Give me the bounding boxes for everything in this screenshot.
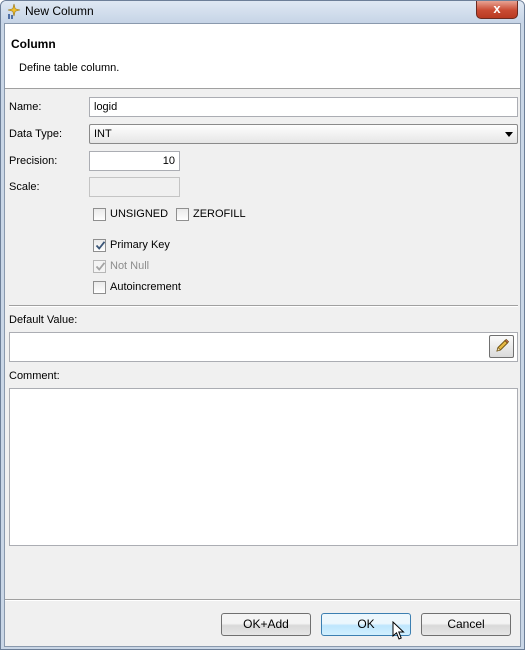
unsigned-label: UNSIGNED [110, 208, 169, 220]
edit-default-value-button[interactable] [489, 335, 514, 358]
cancel-button[interactable]: Cancel [421, 613, 511, 636]
unsigned-checkbox[interactable]: UNSIGNED [93, 207, 183, 223]
mouse-pointer-icon [392, 621, 405, 640]
default-value-label: Default Value: [9, 314, 78, 326]
name-label: Name: [9, 101, 42, 113]
name-input[interactable]: logid [89, 97, 518, 117]
close-icon: x [493, 1, 501, 16]
default-value-input[interactable] [9, 332, 518, 362]
precision-input[interactable]: 10 [89, 151, 180, 171]
checkbox-box[interactable] [93, 208, 106, 221]
precision-label: Precision: [9, 155, 58, 167]
header-title: Column [11, 37, 56, 51]
checkbox-box[interactable] [93, 281, 106, 294]
zerofill-label: ZEROFILL [193, 208, 246, 220]
zerofill-checkbox[interactable]: ZEROFILL [176, 207, 266, 223]
ok-add-button[interactable]: OK+Add [221, 613, 311, 636]
not-null-checkbox: Not Null [93, 259, 193, 275]
close-button[interactable]: x [476, 1, 518, 19]
primary-key-checkbox[interactable]: Primary Key [93, 238, 193, 254]
dialog-header: Column Define table column. [5, 24, 520, 89]
header-description: Define table column. [19, 62, 120, 74]
primary-key-label: Primary Key [110, 239, 170, 251]
checkbox-box[interactable] [176, 208, 189, 221]
pencil-icon [496, 338, 510, 352]
new-column-sparkle-icon [7, 3, 21, 19]
new-column-dialog: New Column x Column Define table column.… [0, 0, 525, 650]
autoincrement-label: Autoincrement [110, 281, 181, 293]
checkmark-icon [95, 262, 106, 271]
title-bar[interactable]: New Column x [1, 1, 524, 23]
dialog-content: Column Define table column. Name: logid … [4, 23, 521, 647]
scale-input [89, 177, 180, 197]
checkbox-box [93, 260, 106, 273]
autoincrement-checkbox[interactable]: Autoincrement [93, 280, 213, 296]
window-title: New Column [25, 4, 94, 18]
checkbox-box[interactable] [93, 239, 106, 252]
comment-textarea[interactable] [9, 388, 518, 546]
separator [9, 305, 518, 307]
data-type-label: Data Type: [9, 128, 62, 140]
button-bar-separator [5, 599, 520, 601]
data-type-value: INT [94, 128, 112, 140]
comment-label: Comment: [9, 370, 60, 382]
scale-label: Scale: [9, 181, 40, 193]
data-type-select[interactable]: INT [89, 124, 518, 144]
not-null-label: Not Null [110, 260, 150, 272]
checkmark-icon [95, 241, 106, 250]
chevron-down-icon [505, 132, 513, 137]
